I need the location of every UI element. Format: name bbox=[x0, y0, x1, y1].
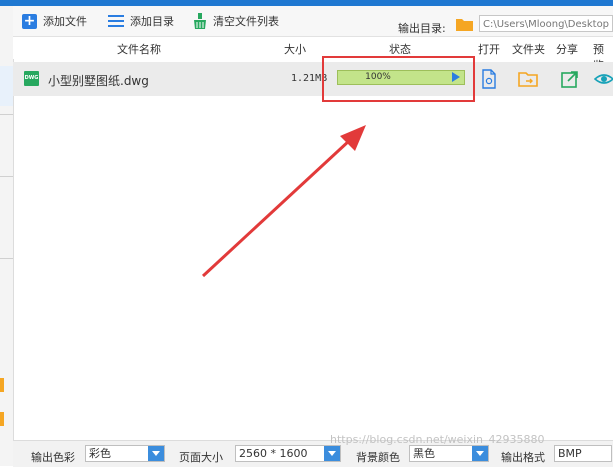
output-color-value: 彩色 bbox=[89, 447, 111, 460]
output-format-label: 输出格式 bbox=[501, 451, 545, 464]
background-color-label: 背景颜色 bbox=[356, 451, 400, 464]
background-color-select[interactable]: 黑色 bbox=[409, 445, 489, 462]
page-size-select[interactable]: 2560 * 1600 bbox=[235, 445, 341, 462]
chevron-down-icon[interactable] bbox=[148, 446, 164, 461]
annotation-arrow-icon bbox=[201, 125, 366, 278]
page-size-value: 2560 * 1600 bbox=[239, 447, 308, 460]
chevron-down-icon[interactable] bbox=[472, 446, 488, 461]
output-format-value: BMP bbox=[558, 447, 582, 460]
output-color-label: 输出色彩 bbox=[31, 451, 75, 464]
output-color-select[interactable]: 彩色 bbox=[85, 445, 165, 462]
chevron-down-icon[interactable] bbox=[324, 446, 340, 461]
background-color-value: 黑色 bbox=[413, 447, 435, 460]
watermark: https://blog.csdn.net/weixin_42935880 bbox=[330, 433, 545, 446]
page-size-label: 页面大小 bbox=[179, 451, 223, 464]
output-format-select[interactable]: BMP bbox=[554, 445, 612, 462]
